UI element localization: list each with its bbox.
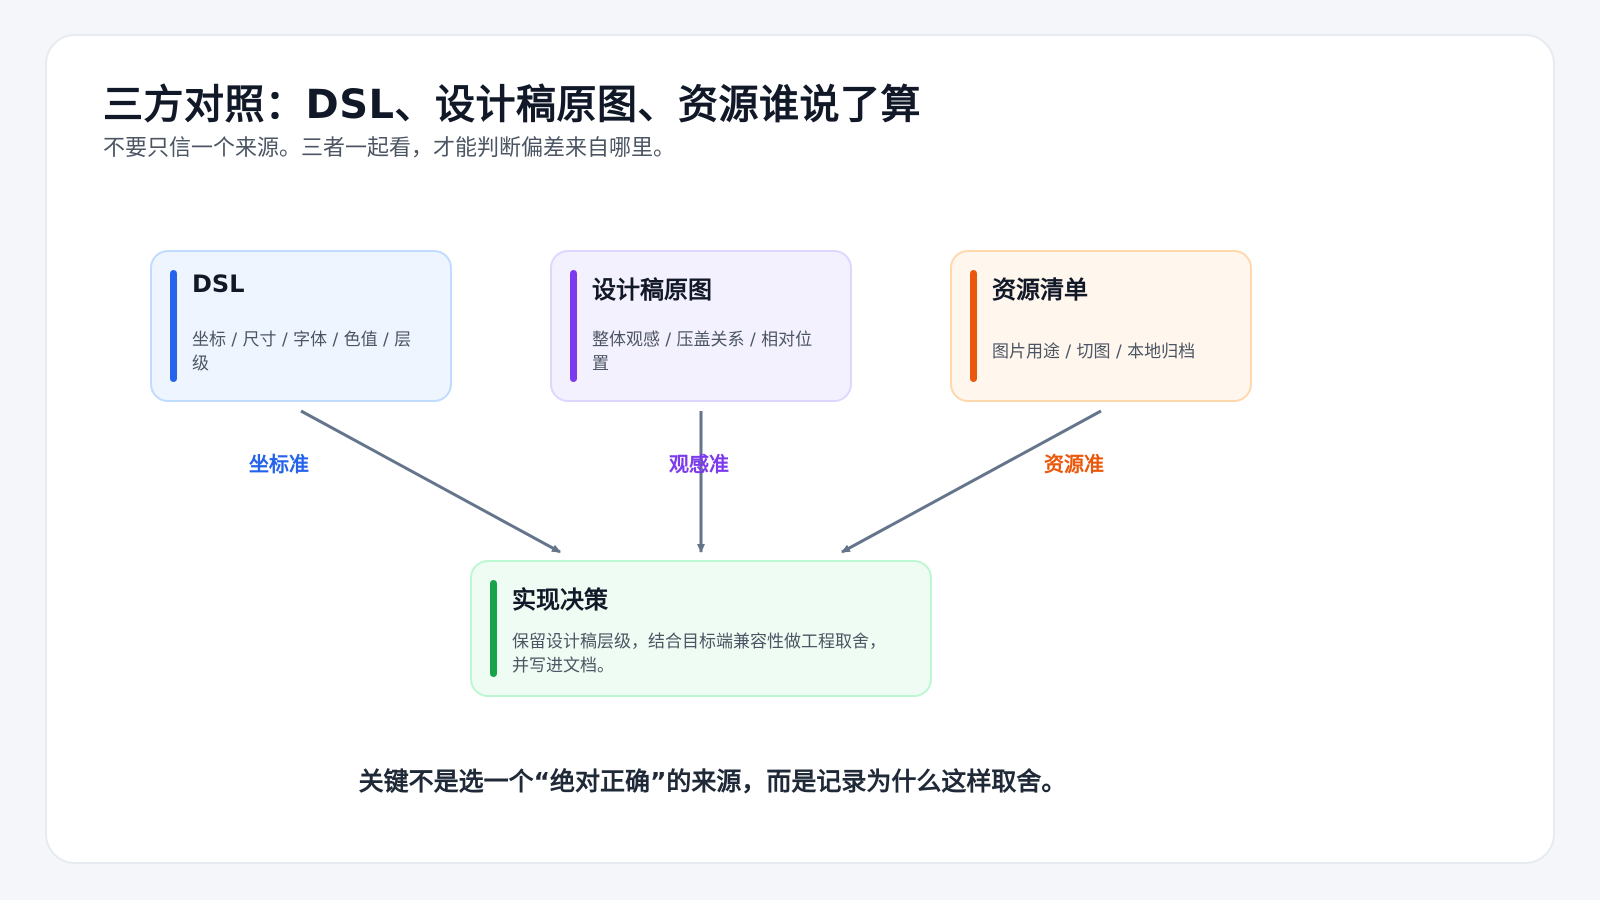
accent-bar	[170, 270, 177, 382]
edge-label-dsl: 坐标准	[249, 452, 309, 476]
page-title: 三方对照：DSL、设计稿原图、资源谁说了算	[103, 82, 921, 128]
card-title: 资源清单	[992, 276, 1088, 304]
card-description: 图片用途 / 切图 / 本地归档	[992, 342, 1196, 362]
card-description: 整体观感 / 压盖关系 / 相对位置	[592, 330, 813, 374]
decision-card: 实现决策 保留设计稿层级，结合目标端兼容性做工程取舍，并写进文档。	[470, 560, 932, 697]
card-description: 保留设计稿层级，结合目标端兼容性做工程取舍，并写进文档。	[512, 632, 886, 676]
accent-bar	[970, 270, 977, 382]
accent-bar	[490, 580, 497, 677]
card-title: 设计稿原图	[592, 276, 712, 304]
edge-label-assets: 资源准	[1044, 452, 1104, 476]
card-description: 坐标 / 尺寸 / 字体 / 色值 / 层级	[192, 330, 412, 374]
source-card-design: 设计稿原图 整体观感 / 压盖关系 / 相对位置	[550, 250, 852, 402]
edge-label-design: 观感准	[669, 452, 729, 476]
source-card-dsl: DSL 坐标 / 尺寸 / 字体 / 色值 / 层级	[150, 250, 452, 402]
page-subtitle: 不要只信一个来源。三者一起看，才能判断偏差来自哪里。	[103, 136, 676, 161]
card-title: DSL	[192, 270, 245, 298]
accent-bar	[570, 270, 577, 382]
source-card-assets: 资源清单 图片用途 / 切图 / 本地归档	[950, 250, 1252, 402]
footer-note: 关键不是选一个“绝对正确”的来源，而是记录为什么这样取舍。	[358, 767, 1067, 796]
card-title: 实现决策	[512, 586, 608, 614]
